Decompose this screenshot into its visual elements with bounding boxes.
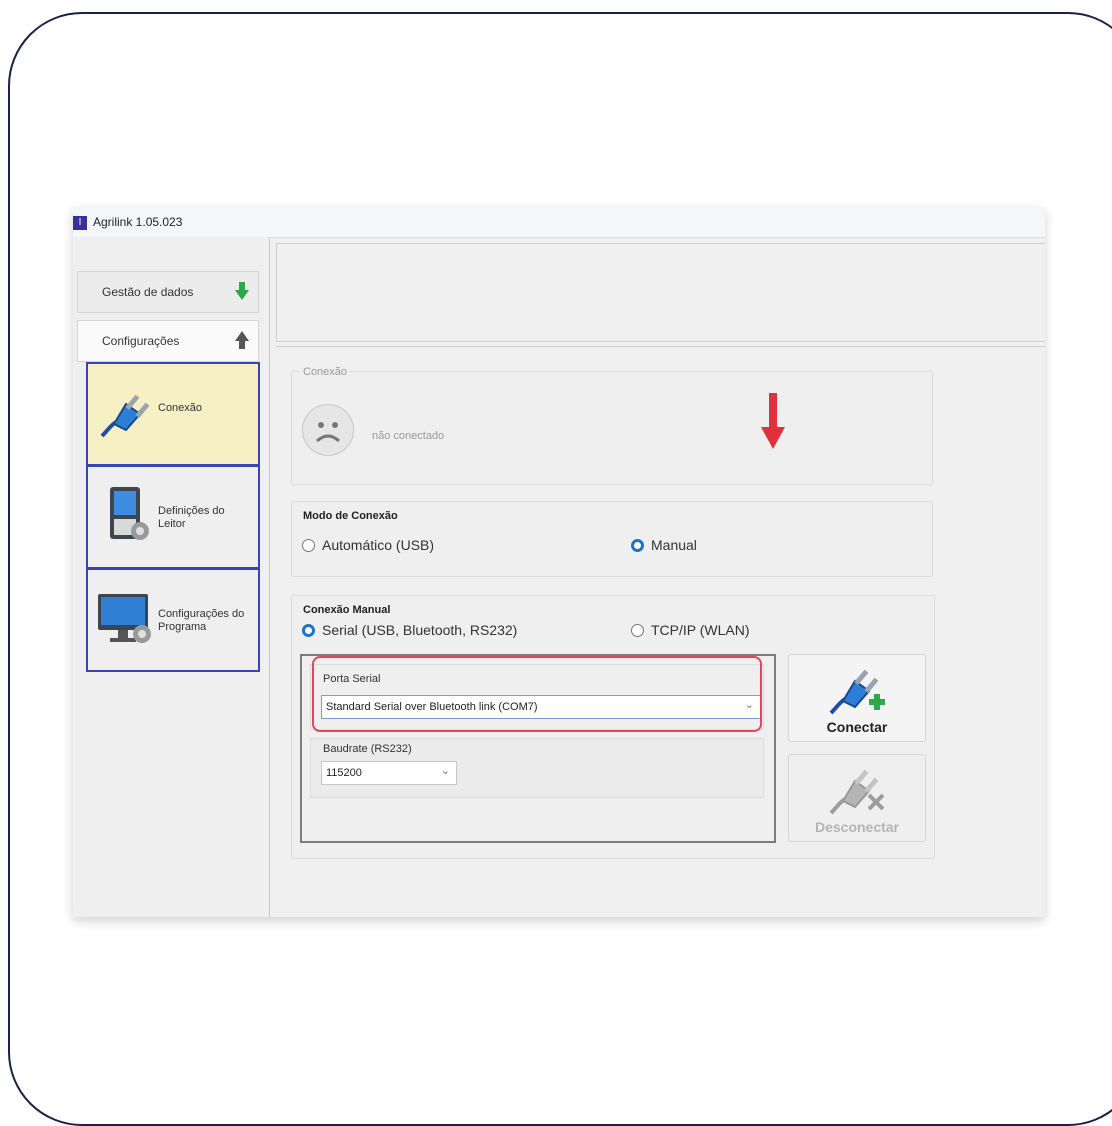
radio-label: Automático (USB) [322,537,435,553]
baudrate-select[interactable]: 115200 ⌄ [321,761,457,785]
radio-circle [302,538,315,552]
app-window: I Agrilink 1.05.023 Gestão de dados Conf… [73,207,1045,917]
tab-label: Configurações [102,334,180,348]
radio-label: Manual [651,537,697,553]
baudrate-group: Baudrate (RS232) 115200 ⌄ [310,738,764,798]
radio-serial[interactable]: Serial (USB, Bluetooth, RS232) [302,622,517,638]
sidebar-item-conexao[interactable]: Conexão [86,362,260,466]
group-legend: Conexão [300,366,351,378]
reader-device-icon [110,487,149,540]
connection-mode-group: Modo de Conexão Automático (USB) Manual [291,501,933,577]
content-header [276,243,1045,342]
plug-x-icon [829,769,885,815]
gray-up-arrow-icon [235,331,249,349]
connect-button[interactable]: Conectar [788,654,926,742]
tab-label: Gestão de dados [102,285,194,299]
group-legend: Conexão Manual [303,604,391,616]
sidebar-item-configuracoes-do-programa[interactable]: Configurações do Programa [86,568,260,672]
divider [276,346,1045,347]
disconnect-button[interactable]: Desconectar [788,754,926,842]
app-icon: I [73,216,87,230]
baudrate-label: Baudrate (RS232) [323,743,412,755]
sidebar-item-label: Configurações do Programa [158,608,245,633]
tab-configuracoes[interactable]: Configurações [77,320,259,362]
radio-circle [631,623,644,637]
connection-status-group: Conexão não conectado [291,366,933,485]
manual-connection-group: Conexão Manual Serial (USB, Bluetooth, R… [291,595,935,859]
red-down-arrow-annotation [761,393,785,449]
radio-circle-selected [631,538,644,552]
monitor-gear-icon [98,594,151,643]
green-down-arrow-icon [235,282,249,300]
sidebar: Gestão de dados Configurações Conexão De… [73,237,270,917]
tab-gestao-de-dados[interactable]: Gestão de dados [77,271,259,313]
window-title: Agrilink 1.05.023 [93,215,183,229]
chevron-down-icon: ⌄ [440,765,450,777]
sidebar-item-label: Definições do Leitor [158,505,225,530]
main-content: Conexão não conectado Modo de Conexão Au… [276,243,1045,917]
connection-status-text: não conectado [372,430,445,442]
radio-label: Serial (USB, Bluetooth, RS232) [322,622,518,638]
baudrate-value: 115200 [326,767,362,779]
radio-automatico[interactable]: Automático (USB) [302,537,434,553]
title-bar: I Agrilink 1.05.023 [73,207,1045,238]
disconnect-label: Desconectar [814,819,900,835]
radio-circle-selected [302,623,315,637]
plug-icon [100,394,150,438]
sidebar-item-label: Conexão [158,402,203,414]
radio-manual[interactable]: Manual [631,537,697,553]
sidebar-item-definicoes-do-leitor[interactable]: Definições do Leitor [86,465,260,569]
plug-plus-icon [829,669,885,715]
serial-settings-box: Porta Serial Standard Serial over Blueto… [300,654,776,843]
radio-label: TCP/IP (WLAN) [651,622,750,638]
highlight-box [312,656,762,732]
connect-label: Conectar [826,719,888,735]
group-legend: Modo de Conexão [303,510,398,522]
sad-face-icon [302,404,354,456]
radio-tcpip[interactable]: TCP/IP (WLAN) [631,622,750,638]
